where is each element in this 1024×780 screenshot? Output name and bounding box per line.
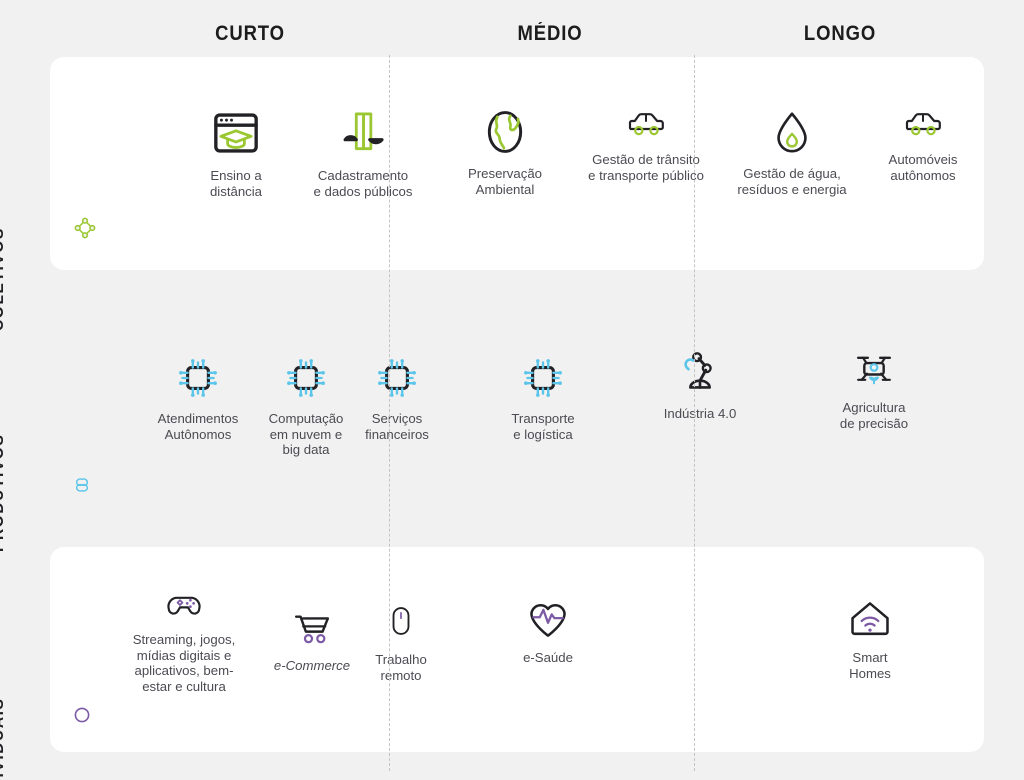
column-divider-curto-medio xyxy=(389,55,390,771)
item-servicos-financeiros[interactable]: Serviços financeiros xyxy=(342,352,452,442)
item-preservacao-ambiental[interactable]: Preservação Ambiental xyxy=(440,105,570,197)
chip-icon xyxy=(483,352,603,404)
item-trabalho-remoto[interactable]: Trabalho remoto xyxy=(346,597,456,683)
chip-icon xyxy=(342,352,452,404)
item-ensino-a-distancia[interactable]: Ensino a distância xyxy=(176,105,296,199)
water-drop-icon xyxy=(710,105,874,159)
item-gestao-agua-residuos[interactable]: Gestão de água, resíduos e energia xyxy=(710,105,874,197)
globe-icon xyxy=(440,105,570,159)
row-label-group-produtivos: PRODUTIVOS xyxy=(0,292,110,552)
column-header-curto: CURTO xyxy=(215,22,285,45)
item-label-servicos-financeiros: Serviços financeiros xyxy=(365,411,429,442)
row-produtivos: PRODUTIVOS Atendimentos Autônomos Computaç… xyxy=(0,292,984,552)
infographic-root: CURTO MÉDIO LONGO COLETIVOS Ensino a dist… xyxy=(0,0,1024,780)
row-individuais: INDIVIDUAIS Streaming, jogos, mídias digi… xyxy=(0,547,984,780)
item-e-saude[interactable]: e-Saúde xyxy=(488,597,608,666)
column-divider-medio-longo xyxy=(694,55,695,771)
item-cadastramento-dados[interactable]: Cadastramento e dados públicos xyxy=(288,105,438,199)
heart-pulse-icon xyxy=(488,597,608,643)
item-gestao-transito[interactable]: Gestão de trânsito e transporte público xyxy=(558,105,734,183)
items-individuais: Streaming, jogos, mídias digitais e apli… xyxy=(50,547,984,752)
item-label-cadastramento-dados: Cadastramento e dados públicos xyxy=(313,168,413,199)
browser-graduation-cap-icon xyxy=(176,105,296,161)
mouse-icon xyxy=(346,597,456,645)
item-label-gestao-agua-residuos: Gestão de água, resíduos e energia xyxy=(737,166,847,197)
item-label-transporte-logistica: Transporte e logística xyxy=(511,411,575,442)
row-label-group-coletivos: COLETIVOS xyxy=(0,57,110,331)
item-label-gestao-transito: Gestão de trânsito e transporte público xyxy=(588,152,704,183)
item-agricultura-precisao[interactable]: Agricultura de precisão xyxy=(810,349,938,431)
item-label-smart-homes: Smart Homes xyxy=(849,650,891,681)
smart-home-icon xyxy=(810,597,930,643)
diamond-network-icon xyxy=(72,215,100,243)
government-pillars-icon xyxy=(288,105,438,161)
drone-icon xyxy=(810,349,938,393)
item-label-streaming-jogos: Streaming, jogos, mídias digitais e apli… xyxy=(132,632,236,694)
item-label-ensino-a-distancia: Ensino a distância xyxy=(209,168,263,199)
gamepad-icon xyxy=(112,585,256,625)
row-coletivos: COLETIVOS Ensino a distância Cadastramento… xyxy=(0,57,984,331)
item-label-agricultura-precisao: Agricultura de precisão xyxy=(839,400,909,431)
robot-arm-icon xyxy=(636,349,764,399)
item-industria-4-0[interactable]: Indústria 4.0 xyxy=(636,349,764,422)
item-automoveis-autonomos[interactable]: Automóveis autônomos xyxy=(860,105,986,183)
row-label-coletivos: COLETIVOS xyxy=(0,227,7,331)
items-produtivos: Atendimentos Autônomos Computação em nuve… xyxy=(50,292,984,528)
row-label-group-individuais: INDIVIDUAIS xyxy=(0,547,110,780)
car-icon xyxy=(558,105,734,145)
infinity-loop-icon xyxy=(72,470,100,498)
circle-outline-icon xyxy=(72,705,100,733)
item-transporte-logistica[interactable]: Transporte e logística xyxy=(483,352,603,442)
item-label-preservacao-ambiental: Preservação Ambiental xyxy=(467,166,543,197)
row-label-produtivos: PRODUTIVOS xyxy=(0,433,7,552)
item-label-trabalho-remoto: Trabalho remoto xyxy=(375,652,427,683)
row-label-individuais: INDIVIDUAIS xyxy=(0,697,7,780)
column-header-medio: MÉDIO xyxy=(517,22,583,45)
item-label-e-saude: e-Saúde xyxy=(523,650,573,665)
items-coletivos: Ensino a distância Cadastramento e dados … xyxy=(50,57,984,270)
item-streaming-jogos[interactable]: Streaming, jogos, mídias digitais e apli… xyxy=(112,585,256,694)
item-label-automoveis-autonomos: Automóveis autônomos xyxy=(888,152,958,183)
column-header-longo: LONGO xyxy=(803,22,877,45)
item-label-industria-4-0: Indústria 4.0 xyxy=(663,406,737,421)
item-smart-homes[interactable]: Smart Homes xyxy=(810,597,930,681)
car-icon xyxy=(860,105,986,145)
